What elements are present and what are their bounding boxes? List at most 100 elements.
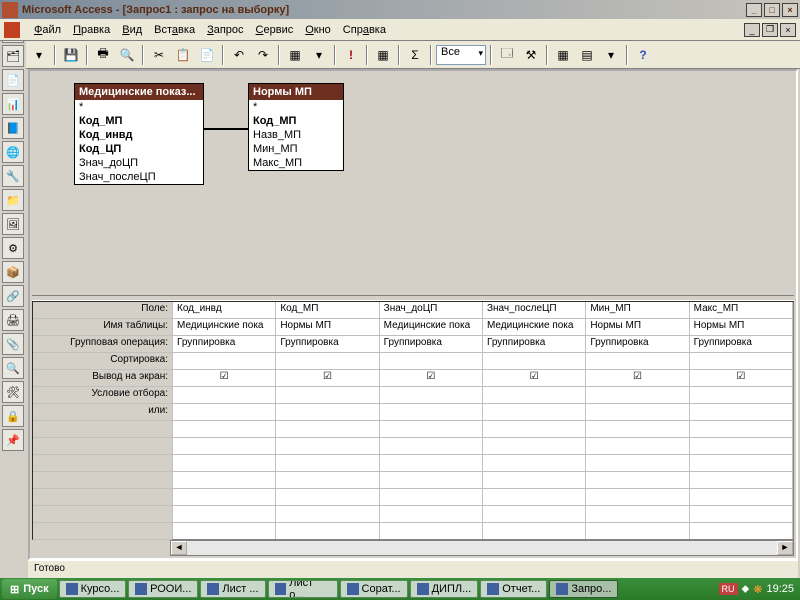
sort-cell[interactable] <box>380 353 482 370</box>
taskbar-item[interactable]: Отчет... <box>480 580 547 598</box>
table-box[interactable]: Медицинские показ...*Код_МПКод_инвдКод_Ц… <box>74 83 204 185</box>
shortcut-icon[interactable]: ⚙ <box>2 237 24 259</box>
empty-cell[interactable] <box>173 421 275 438</box>
empty-cell[interactable] <box>690 523 792 539</box>
table-cell[interactable]: Нормы МП <box>276 319 378 336</box>
sort-cell[interactable] <box>276 353 378 370</box>
language-indicator[interactable]: RU <box>719 583 738 595</box>
field-cell[interactable]: Знач_доЦП <box>380 302 482 319</box>
menu-help[interactable]: Справка <box>337 22 392 38</box>
empty-cell[interactable] <box>690 455 792 472</box>
empty-cell[interactable] <box>483 472 585 489</box>
doc-minimize-button[interactable]: _ <box>744 23 760 37</box>
print-button[interactable]: 🖶 <box>92 44 114 66</box>
empty-cell[interactable] <box>173 472 275 489</box>
help-button[interactable]: ? <box>632 44 654 66</box>
sort-cell[interactable] <box>173 353 275 370</box>
relationship-line[interactable] <box>204 128 248 130</box>
doc-close-button[interactable]: × <box>780 23 796 37</box>
doc-restore-button[interactable]: ❐ <box>762 23 778 37</box>
sort-cell[interactable] <box>586 353 688 370</box>
menu-edit[interactable]: Правка <box>67 22 116 38</box>
taskbar-item[interactable]: Лист ... <box>200 580 265 598</box>
empty-cell[interactable] <box>380 506 482 523</box>
shortcut-icon[interactable]: 🖨 <box>2 309 24 331</box>
criteria-cell[interactable] <box>586 387 688 404</box>
diagram-pane[interactable]: Медицинские показ...*Код_МПКод_инвдКод_Ц… <box>32 73 794 293</box>
shortcut-icon[interactable]: 📊 <box>2 93 24 115</box>
empty-cell[interactable] <box>380 472 482 489</box>
taskbar-item[interactable]: Запро... <box>549 580 618 598</box>
save-button[interactable]: 💾 <box>60 44 82 66</box>
show-checkbox[interactable]: ☑ <box>483 370 585 387</box>
undo-button[interactable]: ↶ <box>228 44 250 66</box>
show-checkbox[interactable]: ☑ <box>276 370 378 387</box>
close-button[interactable]: × <box>782 3 798 17</box>
or-cell[interactable] <box>276 404 378 421</box>
groupop-cell[interactable]: Группировка <box>380 336 482 353</box>
shortcut-icon[interactable]: 📦 <box>2 261 24 283</box>
field-item[interactable]: Знач_послеЦП <box>75 170 203 184</box>
table-cell[interactable]: Медицинские пока <box>173 319 275 336</box>
dropdown2-icon[interactable]: ▾ <box>308 44 330 66</box>
tray-icon[interactable]: ❋ <box>753 583 762 596</box>
taskbar-item[interactable]: Сорат... <box>340 580 408 598</box>
shortcut-icon[interactable]: 📎 <box>2 333 24 355</box>
groupop-cell[interactable]: Группировка <box>586 336 688 353</box>
empty-cell[interactable] <box>586 523 688 539</box>
show-checkbox[interactable]: ☑ <box>586 370 688 387</box>
field-item[interactable]: * <box>249 100 343 114</box>
criteria-cell[interactable] <box>173 387 275 404</box>
criteria-cell[interactable] <box>483 387 585 404</box>
empty-cell[interactable] <box>276 489 378 506</box>
empty-cell[interactable] <box>380 455 482 472</box>
field-cell[interactable]: Код_МП <box>276 302 378 319</box>
properties-button[interactable]: 🗔 <box>496 44 518 66</box>
empty-cell[interactable] <box>690 472 792 489</box>
empty-cell[interactable] <box>483 455 585 472</box>
empty-cell[interactable] <box>173 438 275 455</box>
table-cell[interactable]: Медицинские пока <box>483 319 585 336</box>
groupop-cell[interactable]: Группировка <box>483 336 585 353</box>
tray-icon[interactable]: ⬥ <box>742 583 750 596</box>
redo-button[interactable]: ↷ <box>252 44 274 66</box>
db-window-button[interactable]: ▦ <box>552 44 574 66</box>
empty-cell[interactable] <box>173 523 275 539</box>
taskbar-item[interactable]: ДИПЛ... <box>410 580 479 598</box>
menu-tools[interactable]: Сервис <box>250 22 300 38</box>
criteria-cell[interactable] <box>276 387 378 404</box>
shortcut-icon[interactable]: 📌 <box>2 429 24 451</box>
empty-cell[interactable] <box>380 421 482 438</box>
build-button[interactable]: ⚒ <box>520 44 542 66</box>
shortcut-icon[interactable]: 🔧 <box>2 165 24 187</box>
table-cell[interactable]: Нормы МП <box>690 319 792 336</box>
taskbar-item[interactable]: Курсо... <box>59 580 127 598</box>
table-box[interactable]: Нормы МП*Код_МПНазв_МПМин_МПМакс_МП <box>248 83 344 171</box>
table-header[interactable]: Нормы МП <box>249 84 343 100</box>
field-cell[interactable]: Мин_МП <box>586 302 688 319</box>
query-type-button[interactable]: ▦ <box>284 44 306 66</box>
groupop-cell[interactable]: Группировка <box>690 336 792 353</box>
cut-button[interactable]: ✂ <box>148 44 170 66</box>
table-header[interactable]: Медицинские показ... <box>75 84 203 100</box>
dropdown-icon[interactable]: ▾ <box>28 44 50 66</box>
groupop-cell[interactable]: Группировка <box>276 336 378 353</box>
shortcut-icon[interactable]: 🖼 <box>2 213 24 235</box>
shortcut-icon[interactable]: 📘 <box>2 117 24 139</box>
shortcut-icon[interactable]: 🛠 <box>2 381 24 403</box>
groupop-cell[interactable]: Группировка <box>173 336 275 353</box>
empty-cell[interactable] <box>483 421 585 438</box>
empty-cell[interactable] <box>586 421 688 438</box>
empty-cell[interactable] <box>173 455 275 472</box>
shortcut-icon[interactable]: 🔗 <box>2 285 24 307</box>
field-item[interactable]: Мин_МП <box>249 142 343 156</box>
shortcut-icon[interactable]: 📄 <box>2 69 24 91</box>
menu-window[interactable]: Окно <box>299 22 337 38</box>
field-cell[interactable]: Код_инвд <box>173 302 275 319</box>
empty-cell[interactable] <box>276 506 378 523</box>
field-item[interactable]: Знач_доЦП <box>75 156 203 170</box>
empty-cell[interactable] <box>380 438 482 455</box>
dropdown3-icon[interactable]: ▾ <box>600 44 622 66</box>
empty-cell[interactable] <box>173 506 275 523</box>
empty-cell[interactable] <box>276 455 378 472</box>
